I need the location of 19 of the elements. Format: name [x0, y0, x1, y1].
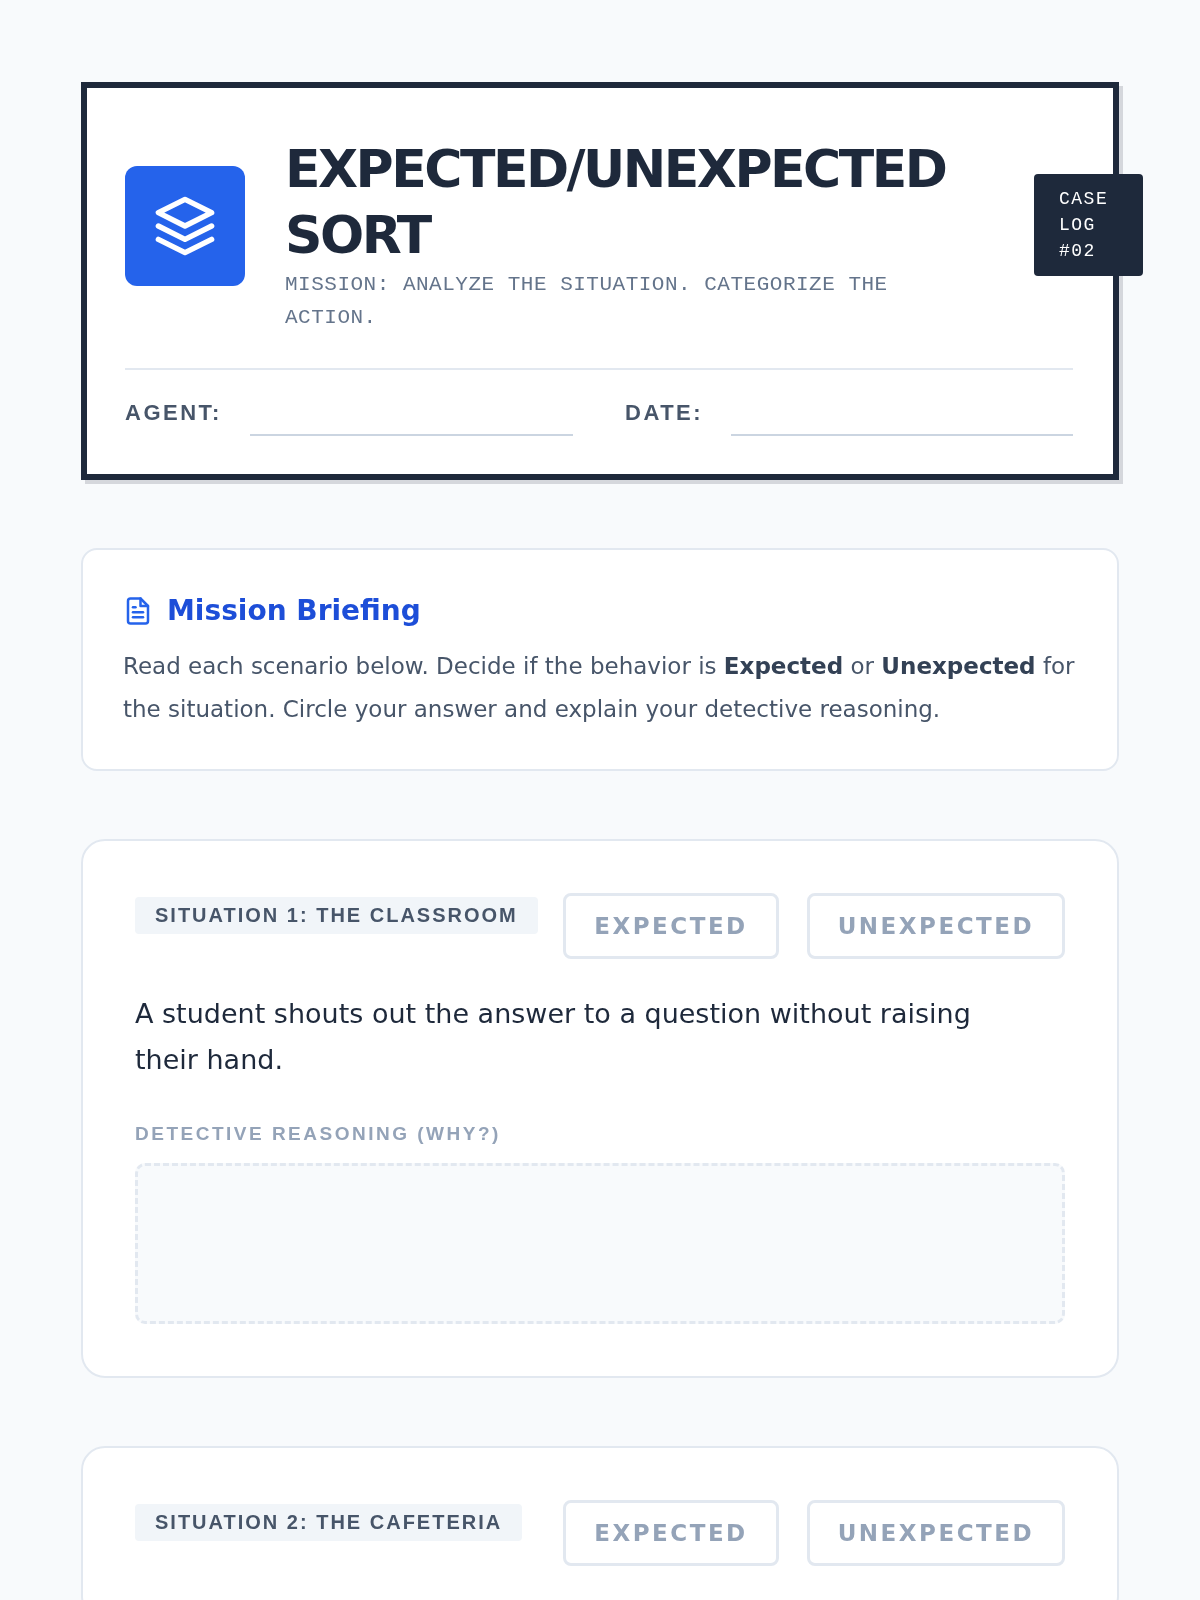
layers-icon — [153, 194, 217, 258]
reasoning-label: DETECTIVE REASONING (WHY?) — [135, 1123, 502, 1145]
answer-option[interactable]: EXPECTED — [563, 1500, 779, 1566]
worksheet-title: EXPECTED/UNEXPECTED SORT — [285, 138, 947, 267]
mission-subtitle: MISSION: ANALYZE THE SITUATION. CATEGORIZE THE ACTION. — [285, 272, 889, 331]
fill-in-line[interactable] — [249, 434, 573, 436]
situation-tag: SITUATION 2: THE CAFETERIA — [135, 1504, 523, 1541]
answer-option[interactable]: UNEXPECTED — [806, 1500, 1065, 1566]
field-label: DATE: — [625, 400, 704, 427]
answer-option[interactable]: UNEXPECTED — [806, 893, 1065, 959]
answer-option[interactable]: EXPECTED — [563, 893, 779, 959]
briefing-title: Mission Briefing — [167, 594, 421, 627]
situation-tag: SITUATION 1: THE CLASSROOM — [135, 897, 538, 934]
fill-in-line[interactable] — [731, 434, 1073, 436]
case-log-badge: CASE LOG #02 — [1034, 174, 1143, 276]
answer-box[interactable] — [135, 1163, 1065, 1324]
briefing-text: Read each scenario below. Decide if the behavior is Expected or Unexpected for the situation. Circle your answer and explain your detective reasoning. — [123, 652, 1076, 724]
field-label: AGENT: — [125, 400, 222, 427]
scenario-text: A student shouts out the answer to a question without raising their hand. — [135, 997, 972, 1077]
